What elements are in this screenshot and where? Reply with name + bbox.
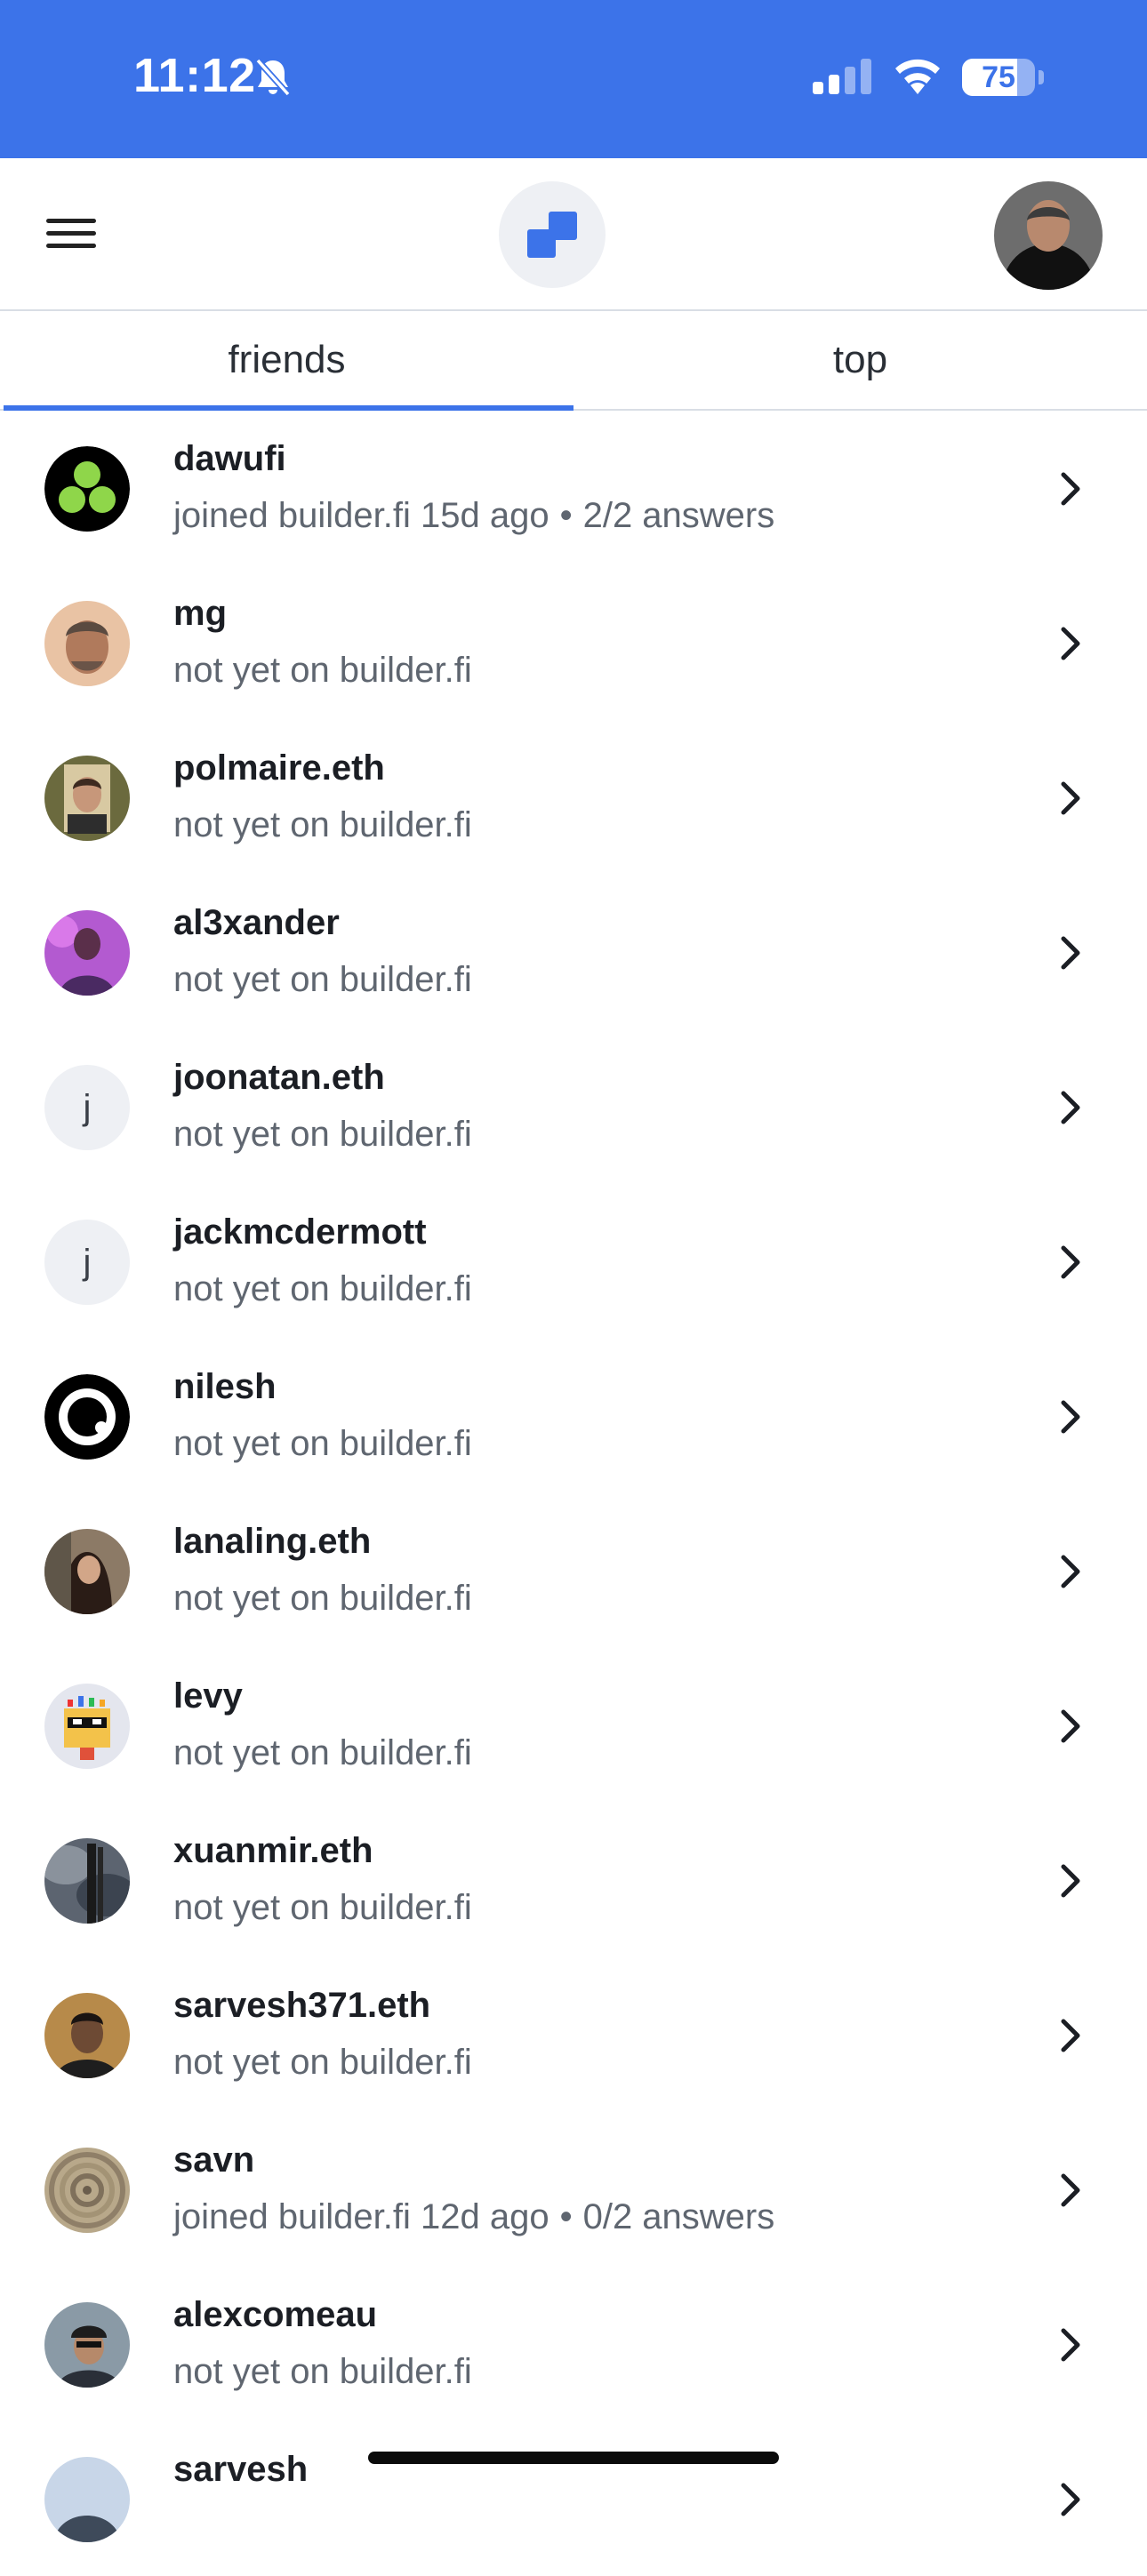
avatar bbox=[44, 1838, 130, 1924]
friend-name: mg bbox=[173, 594, 227, 633]
avatar bbox=[44, 910, 130, 996]
battery-percent: 75 bbox=[982, 60, 1015, 94]
chevron-right-icon bbox=[1061, 2483, 1080, 2516]
friend-name: al3xander bbox=[173, 903, 340, 942]
status-time: 11:12 bbox=[133, 49, 256, 102]
list-item[interactable]: nilesh not yet on builder.fi bbox=[0, 1339, 1147, 1493]
avatar bbox=[44, 1993, 130, 2078]
avatar bbox=[44, 2457, 130, 2542]
avatar-initial: j bbox=[44, 1065, 130, 1150]
tab-friends[interactable]: friends bbox=[0, 311, 574, 409]
avatar bbox=[44, 446, 130, 532]
wifi-icon bbox=[895, 59, 940, 94]
friend-status: joined builder.fi 15d ago • 2/2 answers bbox=[173, 496, 775, 535]
friend-name: sarvesh bbox=[173, 2450, 309, 2489]
list-item[interactable]: lanaling.eth not yet on builder.fi bbox=[0, 1493, 1147, 1648]
avatar bbox=[44, 756, 130, 841]
status-bar: 11:12 75 bbox=[0, 0, 1147, 158]
chevron-right-icon bbox=[1061, 1091, 1080, 1124]
logo-button[interactable] bbox=[499, 181, 606, 288]
friend-status: not yet on builder.fi bbox=[173, 651, 472, 690]
profile-avatar[interactable] bbox=[994, 181, 1103, 290]
friend-name: polmaire.eth bbox=[173, 748, 385, 788]
chevron-right-icon bbox=[1061, 627, 1080, 660]
chevron-right-icon bbox=[1061, 1555, 1080, 1588]
chevron-right-icon bbox=[1061, 2328, 1080, 2362]
chevron-right-icon bbox=[1061, 781, 1080, 815]
list-item[interactable]: dawufi joined builder.fi 15d ago • 2/2 ans… bbox=[0, 411, 1147, 565]
friend-status: not yet on builder.fi bbox=[173, 960, 472, 999]
join-status: joined builder.fi 15d ago bbox=[173, 496, 549, 535]
chevron-right-icon bbox=[1061, 1709, 1080, 1743]
list-item[interactable]: sarvesh bbox=[0, 2421, 1147, 2576]
list-item[interactable]: mg not yet on builder.fi bbox=[0, 565, 1147, 720]
tab-bar: friends top bbox=[0, 311, 1147, 411]
avatar bbox=[44, 1529, 130, 1614]
hamburger-menu-icon[interactable] bbox=[44, 213, 100, 252]
cellular-signal-icon bbox=[813, 59, 871, 94]
friend-status: not yet on builder.fi bbox=[173, 1579, 472, 1618]
chevron-right-icon bbox=[1061, 936, 1080, 970]
friend-status: not yet on builder.fi bbox=[173, 2043, 472, 2082]
friend-list: dawufi joined builder.fi 15d ago • 2/2 ans… bbox=[0, 411, 1147, 2576]
join-status: joined builder.fi 12d ago bbox=[173, 2197, 549, 2236]
chevron-right-icon bbox=[1061, 1400, 1080, 1434]
list-item[interactable]: levy not yet on builder.fi bbox=[0, 1648, 1147, 1803]
list-item[interactable]: j jackmcdermott not yet on builder.fi bbox=[0, 1184, 1147, 1339]
battery-indicator: 75 bbox=[962, 59, 1046, 96]
avatar bbox=[44, 2148, 130, 2233]
chevron-right-icon bbox=[1061, 1245, 1080, 1279]
friend-name: xuanmir.eth bbox=[173, 1831, 373, 1870]
friend-status: not yet on builder.fi bbox=[173, 1888, 472, 1927]
friend-status: joined builder.fi 12d ago • 0/2 answers bbox=[173, 2197, 775, 2236]
chevron-right-icon bbox=[1061, 1864, 1080, 1898]
list-item[interactable]: polmaire.eth not yet on builder.fi bbox=[0, 720, 1147, 875]
friend-name: joonatan.eth bbox=[173, 1058, 385, 1097]
app-header bbox=[0, 158, 1147, 311]
chevron-right-icon bbox=[1061, 2173, 1080, 2207]
avatar bbox=[44, 1374, 130, 1460]
friend-status: not yet on builder.fi bbox=[173, 805, 472, 844]
list-item[interactable]: j joonatan.eth not yet on builder.fi bbox=[0, 1029, 1147, 1184]
friend-name: nilesh bbox=[173, 1367, 277, 1406]
tab-top[interactable]: top bbox=[574, 311, 1147, 409]
friend-name: alexcomeau bbox=[173, 2295, 378, 2334]
friend-status: not yet on builder.fi bbox=[173, 1424, 472, 1463]
list-item[interactable]: savn joined builder.fi 12d ago • 0/2 answe… bbox=[0, 2112, 1147, 2267]
friend-status: not yet on builder.fi bbox=[173, 2352, 472, 2391]
friend-name: levy bbox=[173, 1676, 243, 1716]
avatar bbox=[44, 1684, 130, 1769]
friend-status: not yet on builder.fi bbox=[173, 1269, 472, 1308]
friend-name: dawufi bbox=[173, 439, 286, 478]
avatar-initial: j bbox=[44, 1220, 130, 1305]
answers-count: 0/2 answers bbox=[582, 2197, 775, 2236]
friend-name: jackmcdermott bbox=[173, 1212, 427, 1252]
friend-name: savn bbox=[173, 2140, 255, 2180]
list-item[interactable]: alexcomeau not yet on builder.fi bbox=[0, 2267, 1147, 2421]
bell-slash-icon bbox=[255, 58, 291, 97]
list-item[interactable]: sarvesh371.eth not yet on builder.fi bbox=[0, 1957, 1147, 2112]
home-indicator[interactable] bbox=[368, 2452, 779, 2464]
list-item[interactable]: xuanmir.eth not yet on builder.fi bbox=[0, 1803, 1147, 1957]
avatar bbox=[44, 601, 130, 686]
avatar bbox=[44, 2302, 130, 2388]
friend-name: sarvesh371.eth bbox=[173, 1986, 431, 2025]
friend-status: not yet on builder.fi bbox=[173, 1733, 472, 1772]
answers-count: 2/2 answers bbox=[582, 496, 775, 535]
builder-logo-icon bbox=[527, 212, 577, 258]
list-item[interactable]: al3xander not yet on builder.fi bbox=[0, 875, 1147, 1029]
chevron-right-icon bbox=[1061, 2019, 1080, 2052]
friend-status: not yet on builder.fi bbox=[173, 1115, 472, 1154]
friend-name: lanaling.eth bbox=[173, 1522, 372, 1561]
chevron-right-icon bbox=[1061, 472, 1080, 506]
